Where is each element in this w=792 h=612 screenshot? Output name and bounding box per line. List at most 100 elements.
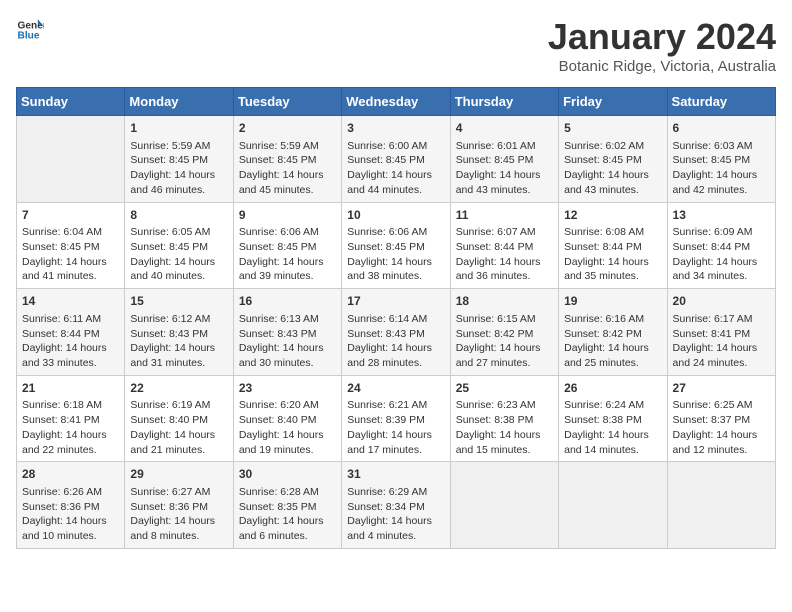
calendar-cell: 9Sunrise: 6:06 AM Sunset: 8:45 PM Daylig… bbox=[233, 202, 341, 289]
calendar-cell: 19 Sunrise: 6:16 AM Sunset: 8:42 PM Dayli… bbox=[559, 289, 667, 376]
calendar-cell: 30 Sunrise: 6:28 AM Sunset: 8:35 PM Dayli… bbox=[233, 462, 341, 549]
day-info: Sunrise: 6:05 AM Sunset: 8:45 PM Dayligh… bbox=[130, 225, 227, 284]
header-cell-sunday: Sunday bbox=[17, 88, 125, 116]
calendar-cell: 5 Sunrise: 6:02 AM Sunset: 8:45 PM Daylig… bbox=[559, 116, 667, 203]
header-cell-thursday: Thursday bbox=[450, 88, 558, 116]
calendar-cell: 17Sunrise: 6:14 AM Sunset: 8:43 PM Dayli… bbox=[342, 289, 450, 376]
calendar-cell: 11Sunrise: 6:07 AM Sunset: 8:44 PM Dayli… bbox=[450, 202, 558, 289]
day-number: 2 bbox=[239, 120, 336, 137]
day-number: 23 bbox=[239, 380, 336, 397]
calendar-cell: 3 Sunrise: 6:00 AM Sunset: 8:45 PM Daylig… bbox=[342, 116, 450, 203]
calendar-cell: 29 Sunrise: 6:27 AM Sunset: 8:36 PM Dayli… bbox=[125, 462, 233, 549]
day-number: 9 bbox=[239, 207, 336, 224]
calendar-cell: 22Sunrise: 6:19 AM Sunset: 8:40 PM Dayli… bbox=[125, 375, 233, 462]
calendar-title: January 2024 bbox=[548, 16, 776, 58]
day-number: 5 bbox=[564, 120, 661, 137]
calendar-cell bbox=[559, 462, 667, 549]
calendar-cell: 10Sunrise: 6:06 AM Sunset: 8:45 PM Dayli… bbox=[342, 202, 450, 289]
calendar-cell: 6Sunrise: 6:03 AM Sunset: 8:45 PM Daylig… bbox=[667, 116, 775, 203]
header-cell-saturday: Saturday bbox=[667, 88, 775, 116]
calendar-cell: 13Sunrise: 6:09 AM Sunset: 8:44 PM Dayli… bbox=[667, 202, 775, 289]
day-number: 1 bbox=[130, 120, 227, 137]
logo: General Blue bbox=[16, 16, 44, 44]
day-info: Sunrise: 6:08 AM Sunset: 8:44 PM Dayligh… bbox=[564, 225, 661, 284]
day-info: Sunrise: 6:17 AM Sunset: 8:41 PM Dayligh… bbox=[673, 312, 770, 371]
day-info: Sunrise: 6:12 AM Sunset: 8:43 PM Dayligh… bbox=[130, 312, 227, 371]
day-info: Sunrise: 6:18 AM Sunset: 8:41 PM Dayligh… bbox=[22, 398, 119, 457]
calendar-cell: 18 Sunrise: 6:15 AM Sunset: 8:42 PM Dayli… bbox=[450, 289, 558, 376]
day-info: Sunrise: 6:23 AM Sunset: 8:38 PM Dayligh… bbox=[456, 398, 553, 457]
day-number: 16 bbox=[239, 293, 336, 310]
day-info: Sunrise: 6:02 AM Sunset: 8:45 PM Dayligh… bbox=[564, 139, 661, 198]
day-number: 22 bbox=[130, 380, 227, 397]
calendar-table: SundayMondayTuesdayWednesdayThursdayFrid… bbox=[16, 87, 776, 549]
day-info: Sunrise: 6:25 AM Sunset: 8:37 PM Dayligh… bbox=[673, 398, 770, 457]
week-row: 7Sunrise: 6:04 AM Sunset: 8:45 PM Daylig… bbox=[17, 202, 776, 289]
day-number: 29 bbox=[130, 466, 227, 483]
day-number: 7 bbox=[22, 207, 119, 224]
calendar-cell bbox=[667, 462, 775, 549]
calendar-cell bbox=[450, 462, 558, 549]
day-info: Sunrise: 6:29 AM Sunset: 8:34 PM Dayligh… bbox=[347, 485, 444, 544]
day-number: 14 bbox=[22, 293, 119, 310]
day-info: Sunrise: 6:13 AM Sunset: 8:43 PM Dayligh… bbox=[239, 312, 336, 371]
day-number: 15 bbox=[130, 293, 227, 310]
calendar-subtitle: Botanic Ridge, Victoria, Australia bbox=[548, 58, 776, 75]
day-info: Sunrise: 6:01 AM Sunset: 8:45 PM Dayligh… bbox=[456, 139, 553, 198]
calendar-cell: 7Sunrise: 6:04 AM Sunset: 8:45 PM Daylig… bbox=[17, 202, 125, 289]
logo-icon: General Blue bbox=[16, 16, 44, 44]
week-row: 14 Sunrise: 6:11 AM Sunset: 8:44 PM Dayli… bbox=[17, 289, 776, 376]
header-row: SundayMondayTuesdayWednesdayThursdayFrid… bbox=[17, 88, 776, 116]
day-number: 13 bbox=[673, 207, 770, 224]
header-cell-tuesday: Tuesday bbox=[233, 88, 341, 116]
calendar-cell: 15 Sunrise: 6:12 AM Sunset: 8:43 PM Dayli… bbox=[125, 289, 233, 376]
day-number: 4 bbox=[456, 120, 553, 137]
week-row: 1 Sunrise: 5:59 AM Sunset: 8:45 PM Daylig… bbox=[17, 116, 776, 203]
day-info: Sunrise: 6:16 AM Sunset: 8:42 PM Dayligh… bbox=[564, 312, 661, 371]
calendar-cell: 24Sunrise: 6:21 AM Sunset: 8:39 PM Dayli… bbox=[342, 375, 450, 462]
day-info: Sunrise: 6:00 AM Sunset: 8:45 PM Dayligh… bbox=[347, 139, 444, 198]
day-number: 25 bbox=[456, 380, 553, 397]
day-info: Sunrise: 6:06 AM Sunset: 8:45 PM Dayligh… bbox=[239, 225, 336, 284]
calendar-cell: 12Sunrise: 6:08 AM Sunset: 8:44 PM Dayli… bbox=[559, 202, 667, 289]
calendar-cell: 23Sunrise: 6:20 AM Sunset: 8:40 PM Dayli… bbox=[233, 375, 341, 462]
day-info: Sunrise: 6:20 AM Sunset: 8:40 PM Dayligh… bbox=[239, 398, 336, 457]
day-info: Sunrise: 6:15 AM Sunset: 8:42 PM Dayligh… bbox=[456, 312, 553, 371]
day-info: Sunrise: 6:11 AM Sunset: 8:44 PM Dayligh… bbox=[22, 312, 119, 371]
day-info: Sunrise: 6:21 AM Sunset: 8:39 PM Dayligh… bbox=[347, 398, 444, 457]
day-info: Sunrise: 6:09 AM Sunset: 8:44 PM Dayligh… bbox=[673, 225, 770, 284]
day-info: Sunrise: 6:26 AM Sunset: 8:36 PM Dayligh… bbox=[22, 485, 119, 544]
day-info: Sunrise: 6:14 AM Sunset: 8:43 PM Dayligh… bbox=[347, 312, 444, 371]
page-header: General Blue January 2024 Botanic Ridge,… bbox=[16, 16, 776, 75]
day-number: 31 bbox=[347, 466, 444, 483]
day-number: 11 bbox=[456, 207, 553, 224]
calendar-cell bbox=[17, 116, 125, 203]
day-info: Sunrise: 6:19 AM Sunset: 8:40 PM Dayligh… bbox=[130, 398, 227, 457]
week-row: 28 Sunrise: 6:26 AM Sunset: 8:36 PM Dayli… bbox=[17, 462, 776, 549]
header-cell-monday: Monday bbox=[125, 88, 233, 116]
day-info: Sunrise: 6:27 AM Sunset: 8:36 PM Dayligh… bbox=[130, 485, 227, 544]
day-number: 28 bbox=[22, 466, 119, 483]
calendar-cell: 4 Sunrise: 6:01 AM Sunset: 8:45 PM Daylig… bbox=[450, 116, 558, 203]
day-number: 30 bbox=[239, 466, 336, 483]
calendar-cell: 25Sunrise: 6:23 AM Sunset: 8:38 PM Dayli… bbox=[450, 375, 558, 462]
week-row: 21Sunrise: 6:18 AM Sunset: 8:41 PM Dayli… bbox=[17, 375, 776, 462]
day-number: 19 bbox=[564, 293, 661, 310]
day-info: Sunrise: 6:06 AM Sunset: 8:45 PM Dayligh… bbox=[347, 225, 444, 284]
day-number: 20 bbox=[673, 293, 770, 310]
day-info: Sunrise: 6:04 AM Sunset: 8:45 PM Dayligh… bbox=[22, 225, 119, 284]
day-number: 6 bbox=[673, 120, 770, 137]
day-info: Sunrise: 6:28 AM Sunset: 8:35 PM Dayligh… bbox=[239, 485, 336, 544]
calendar-cell: 1 Sunrise: 5:59 AM Sunset: 8:45 PM Daylig… bbox=[125, 116, 233, 203]
day-info: Sunrise: 5:59 AM Sunset: 8:45 PM Dayligh… bbox=[130, 139, 227, 198]
header-cell-wednesday: Wednesday bbox=[342, 88, 450, 116]
day-number: 21 bbox=[22, 380, 119, 397]
day-info: Sunrise: 6:07 AM Sunset: 8:44 PM Dayligh… bbox=[456, 225, 553, 284]
day-number: 18 bbox=[456, 293, 553, 310]
day-info: Sunrise: 6:24 AM Sunset: 8:38 PM Dayligh… bbox=[564, 398, 661, 457]
calendar-cell: 8Sunrise: 6:05 AM Sunset: 8:45 PM Daylig… bbox=[125, 202, 233, 289]
calendar-cell: 2Sunrise: 5:59 AM Sunset: 8:45 PM Daylig… bbox=[233, 116, 341, 203]
calendar-cell: 27Sunrise: 6:25 AM Sunset: 8:37 PM Dayli… bbox=[667, 375, 775, 462]
day-number: 3 bbox=[347, 120, 444, 137]
day-number: 8 bbox=[130, 207, 227, 224]
